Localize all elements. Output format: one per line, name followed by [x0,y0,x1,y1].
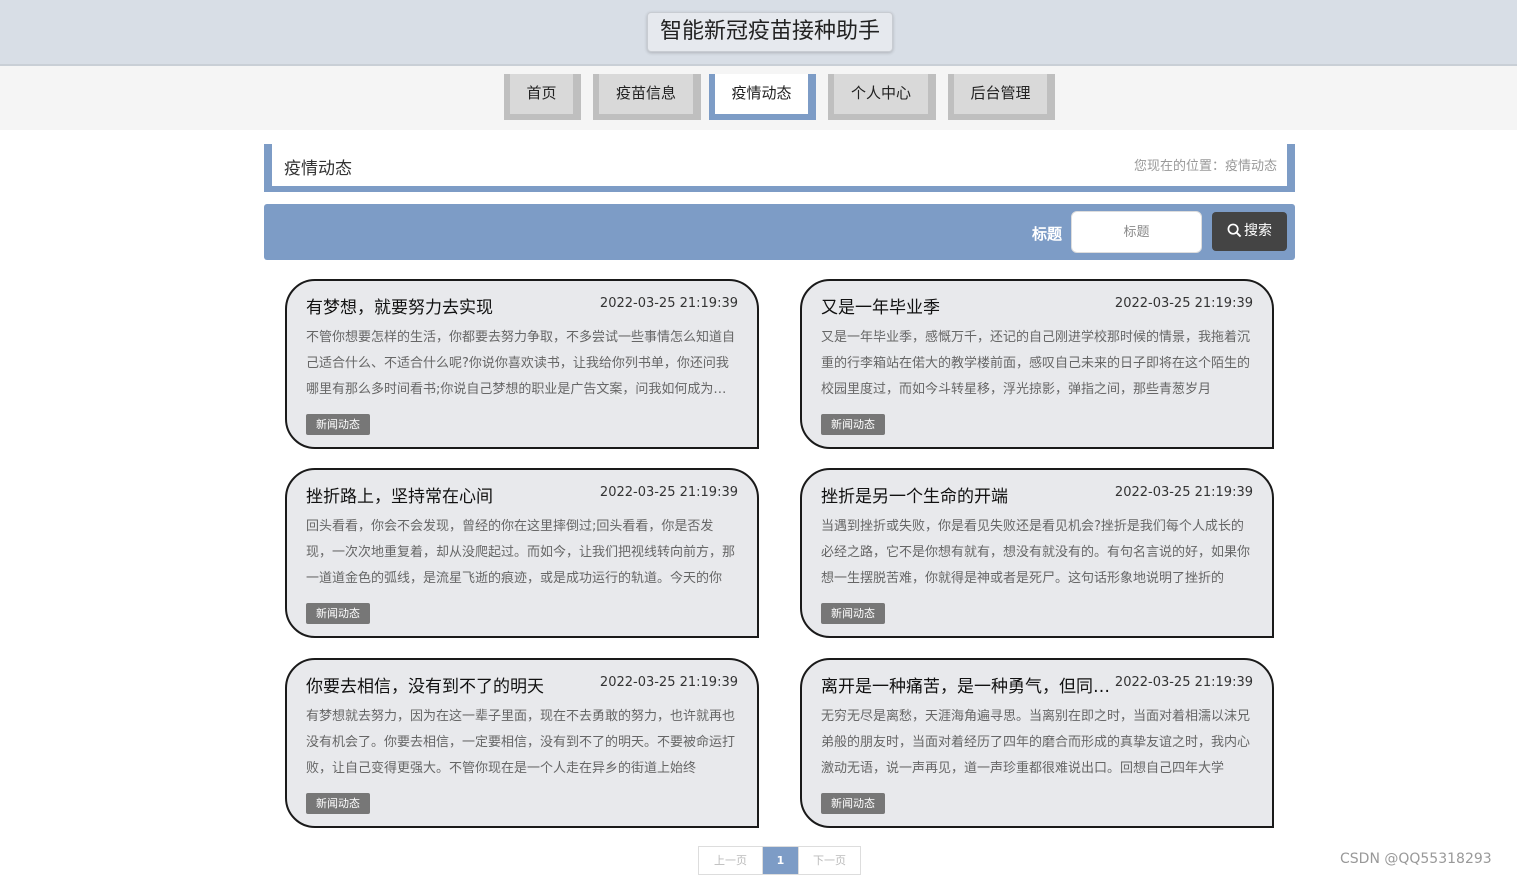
section-header: 疫情动态 您现在的位置：疫情动态 [264,144,1295,192]
news-card-summary: 不管你想要怎样的生活，你都要去努力争取，不多尝试一些事情怎么知道自己适合什么、不… [306,330,736,397]
search-label: 标题 [1032,225,1063,243]
nav-admin[interactable]: 后台管理 [948,74,1055,120]
news-card-tag: 新闻动态 [821,603,885,624]
news-card-tag: 新闻动态 [306,414,370,435]
site-title: 智能新冠疫苗接种助手 [647,12,893,52]
news-card-title[interactable]: 有梦想，就要努力去实现 [306,293,606,318]
news-card-date: 2022-03-25 21:19:39 [1114,485,1253,500]
news-card-date: 2022-03-25 21:19:39 [599,675,738,690]
news-card-date: 2022-03-25 21:19:39 [599,296,738,311]
search-button[interactable]: 搜索 [1212,212,1287,251]
main-nav: 首页 疫苗信息 疫情动态 个人中心 后台管理 [0,66,1517,130]
news-card-title[interactable]: 你要去相信，没有到不了的明天 [306,672,606,697]
news-card-title[interactable]: 又是一年毕业季 [821,293,1121,318]
news-card-title[interactable]: 挫折是另一个生命的开端 [821,482,1121,507]
search-button-label: 搜索 [1244,223,1272,239]
title-search-input[interactable] [1071,211,1202,253]
news-card-tag: 新闻动态 [306,603,370,624]
news-card-title[interactable]: 离开是一种痛苦，是一种勇气，但同样也是一个考验 [821,672,1121,697]
news-card[interactable]: 挫折路上，坚持常在心间 2022-03-25 21:19:39 回头看看，你会不… [285,468,759,638]
news-card-date: 2022-03-25 21:19:39 [1114,296,1253,311]
news-card[interactable]: 挫折是另一个生命的开端 2022-03-25 21:19:39 当遇到挫折或失败… [800,468,1274,638]
watermark: CSDN @QQ55318293 [1340,851,1492,867]
news-card-summary: 回头看看，你会不会发现，曾经的你在这里摔倒过;回头看看，你是否发现，一次次地重复… [306,519,736,586]
search-bar: 标题 搜索 [264,204,1295,260]
nav-personal-center[interactable]: 个人中心 [828,74,936,120]
news-card[interactable]: 又是一年毕业季 2022-03-25 21:19:39 又是一年毕业季，感慨万千… [800,279,1274,449]
breadcrumb: 您现在的位置：疫情动态 [1133,159,1277,174]
search-icon [1227,223,1242,238]
current-page-button[interactable]: 1 [763,847,798,874]
top-banner: 智能新冠疫苗接种助手 [0,0,1517,66]
news-card-tag: 新闻动态 [821,414,885,435]
news-card-title[interactable]: 挫折路上，坚持常在心间 [306,482,606,507]
news-card-date: 2022-03-25 21:19:39 [1114,675,1253,690]
news-card-tag: 新闻动态 [306,793,370,814]
news-card[interactable]: 你要去相信，没有到不了的明天 2022-03-25 21:19:39 有梦想就去… [285,658,759,828]
nav-epidemic-news[interactable]: 疫情动态 [709,74,816,120]
news-card-summary: 无穷无尽是离愁，天涯海角遍寻思。当离别在即之时，当面对着相濡以沫兄弟般的朋友时，… [821,709,1251,776]
next-page-button[interactable]: 下一页 [798,847,860,874]
nav-home[interactable]: 首页 [504,74,581,120]
news-card-summary: 又是一年毕业季，感慨万千，还记的自己刚进学校那时候的情景，我拖着沉重的行李箱站在… [821,330,1251,397]
pagination: 上一页 1 下一页 [698,846,861,875]
news-card-summary: 当遇到挫折或失败，你是看见失败还是看见机会?挫折是我们每个人成长的必经之路，它不… [821,519,1251,586]
news-card-date: 2022-03-25 21:19:39 [599,485,738,500]
page-title: 疫情动态 [284,159,352,179]
news-card-tag: 新闻动态 [821,793,885,814]
prev-page-button[interactable]: 上一页 [699,847,763,874]
news-card[interactable]: 离开是一种痛苦，是一种勇气，但同样也是一个考验 2022-03-25 21:19… [800,658,1274,828]
news-card[interactable]: 有梦想，就要努力去实现 2022-03-25 21:19:39 不管你想要怎样的… [285,279,759,449]
news-card-summary: 有梦想就去努力，因为在这一辈子里面，现在不去勇敢的努力，也许就再也没有机会了。你… [306,709,736,776]
nav-vaccine-info[interactable]: 疫苗信息 [593,74,701,120]
